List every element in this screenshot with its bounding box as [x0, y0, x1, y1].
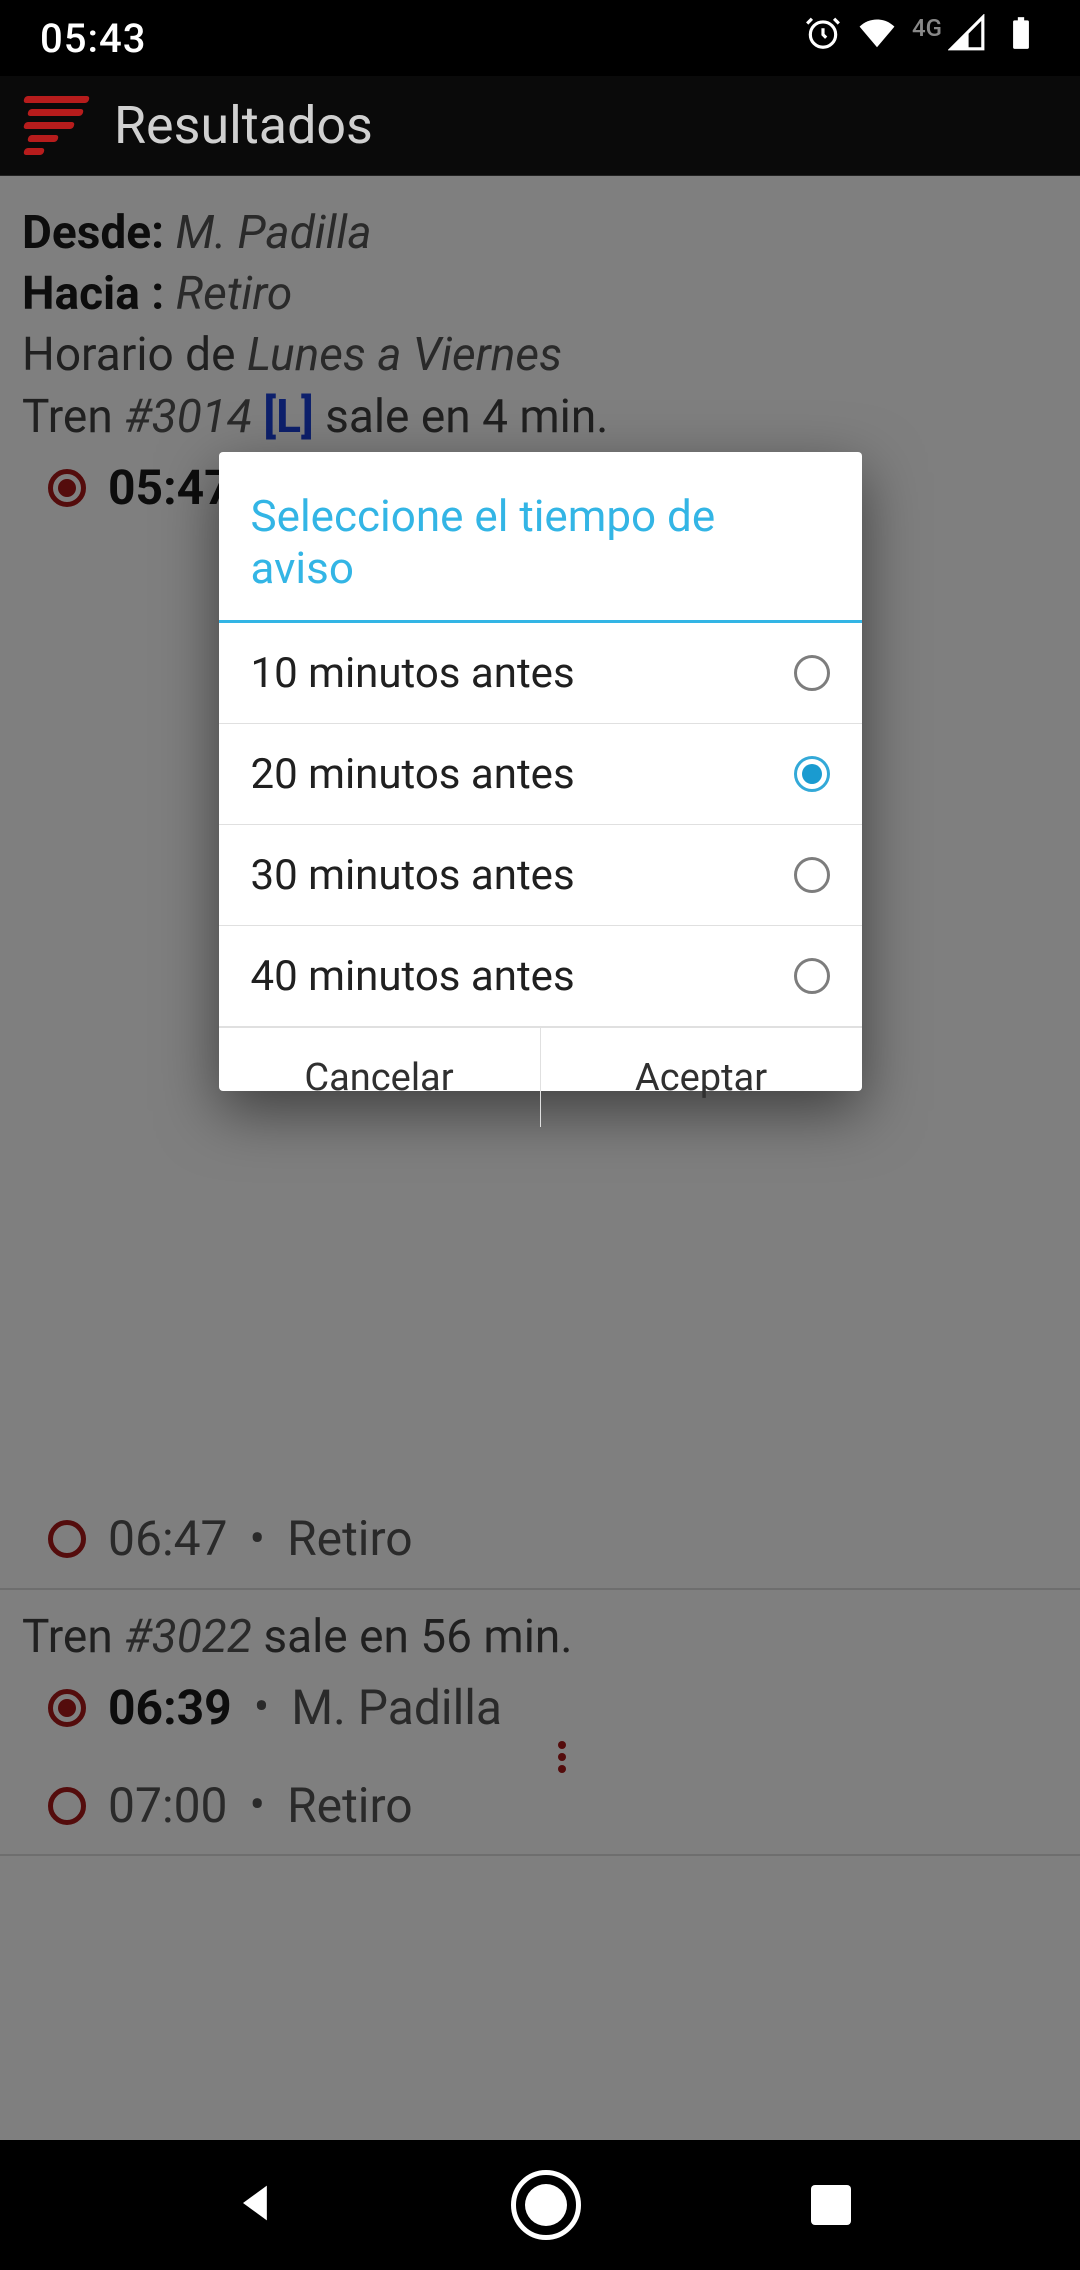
status-icons: 4G — [804, 14, 1040, 62]
home-icon — [511, 2170, 581, 2240]
option-label: 40 minutos antes — [251, 952, 575, 1001]
dialog-options: 10 minutos antes 20 minutos antes 30 min… — [219, 623, 862, 1027]
battery-icon — [1002, 14, 1040, 62]
radio-icon — [794, 655, 830, 691]
signal-icon — [948, 14, 986, 62]
option-30min[interactable]: 30 minutos antes — [219, 825, 862, 926]
wifi-icon — [858, 14, 896, 62]
option-label: 30 minutos antes — [251, 851, 575, 900]
cancel-button[interactable]: Cancelar — [219, 1027, 541, 1127]
home-button[interactable] — [511, 2170, 581, 2240]
radio-icon — [794, 958, 830, 994]
option-label: 20 minutos antes — [251, 750, 575, 799]
option-40min[interactable]: 40 minutos antes — [219, 926, 862, 1027]
app-logo-icon — [24, 91, 94, 161]
network-type: 4G — [912, 14, 942, 42]
alarm-icon — [804, 14, 842, 62]
radio-icon — [794, 857, 830, 893]
status-time: 05:43 — [40, 15, 146, 62]
option-20min[interactable]: 20 minutos antes — [219, 724, 862, 825]
option-10min[interactable]: 10 minutos antes — [219, 623, 862, 724]
alert-time-dialog: Seleccione el tiempo de aviso 10 minutos… — [219, 452, 862, 1091]
back-button[interactable] — [230, 2177, 282, 2233]
recents-icon — [811, 2185, 851, 2225]
recents-button[interactable] — [811, 2185, 851, 2225]
navigation-bar — [0, 2140, 1080, 2270]
action-bar: Resultados — [0, 76, 1080, 176]
status-bar: 05:43 4G — [0, 0, 1080, 76]
dialog-title: Seleccione el tiempo de aviso — [219, 452, 862, 620]
accept-button[interactable]: Aceptar — [541, 1027, 862, 1127]
page-title: Resultados — [114, 95, 373, 156]
option-label: 10 minutos antes — [251, 649, 575, 698]
radio-icon — [794, 756, 830, 792]
